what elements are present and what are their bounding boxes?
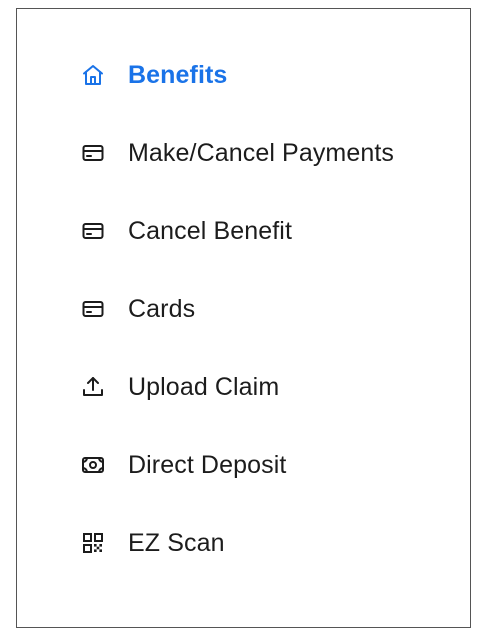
menu-item-label: Upload Claim: [128, 373, 280, 401]
menu-item-cancel-benefit[interactable]: Cancel Benefit: [81, 211, 394, 251]
card-icon: [81, 141, 105, 165]
navigation-menu: Benefits Make/Cancel Payments Cancel Ben…: [16, 8, 471, 628]
menu-item-label: Cancel Benefit: [128, 217, 292, 245]
upload-icon: [81, 375, 105, 399]
menu-item-cards[interactable]: Cards: [81, 289, 394, 329]
menu-item-label: EZ Scan: [128, 529, 225, 557]
menu-item-direct-deposit[interactable]: Direct Deposit: [81, 445, 394, 485]
menu-item-label: Benefits: [128, 61, 228, 89]
menu-list: Benefits Make/Cancel Payments Cancel Ben…: [81, 55, 394, 601]
menu-item-benefits[interactable]: Benefits: [81, 55, 394, 95]
menu-item-make-cancel-payments[interactable]: Make/Cancel Payments: [81, 133, 394, 173]
menu-item-upload-claim[interactable]: Upload Claim: [81, 367, 394, 407]
menu-item-label: Make/Cancel Payments: [128, 139, 395, 167]
menu-item-ez-scan[interactable]: EZ Scan: [81, 523, 394, 563]
qr-code-icon: [81, 531, 105, 555]
card-icon: [81, 297, 105, 321]
home-icon: [81, 63, 105, 87]
menu-item-label: Cards: [128, 295, 196, 323]
cash-icon: [81, 453, 105, 477]
card-icon: [81, 219, 105, 243]
menu-item-label: Direct Deposit: [128, 451, 287, 479]
